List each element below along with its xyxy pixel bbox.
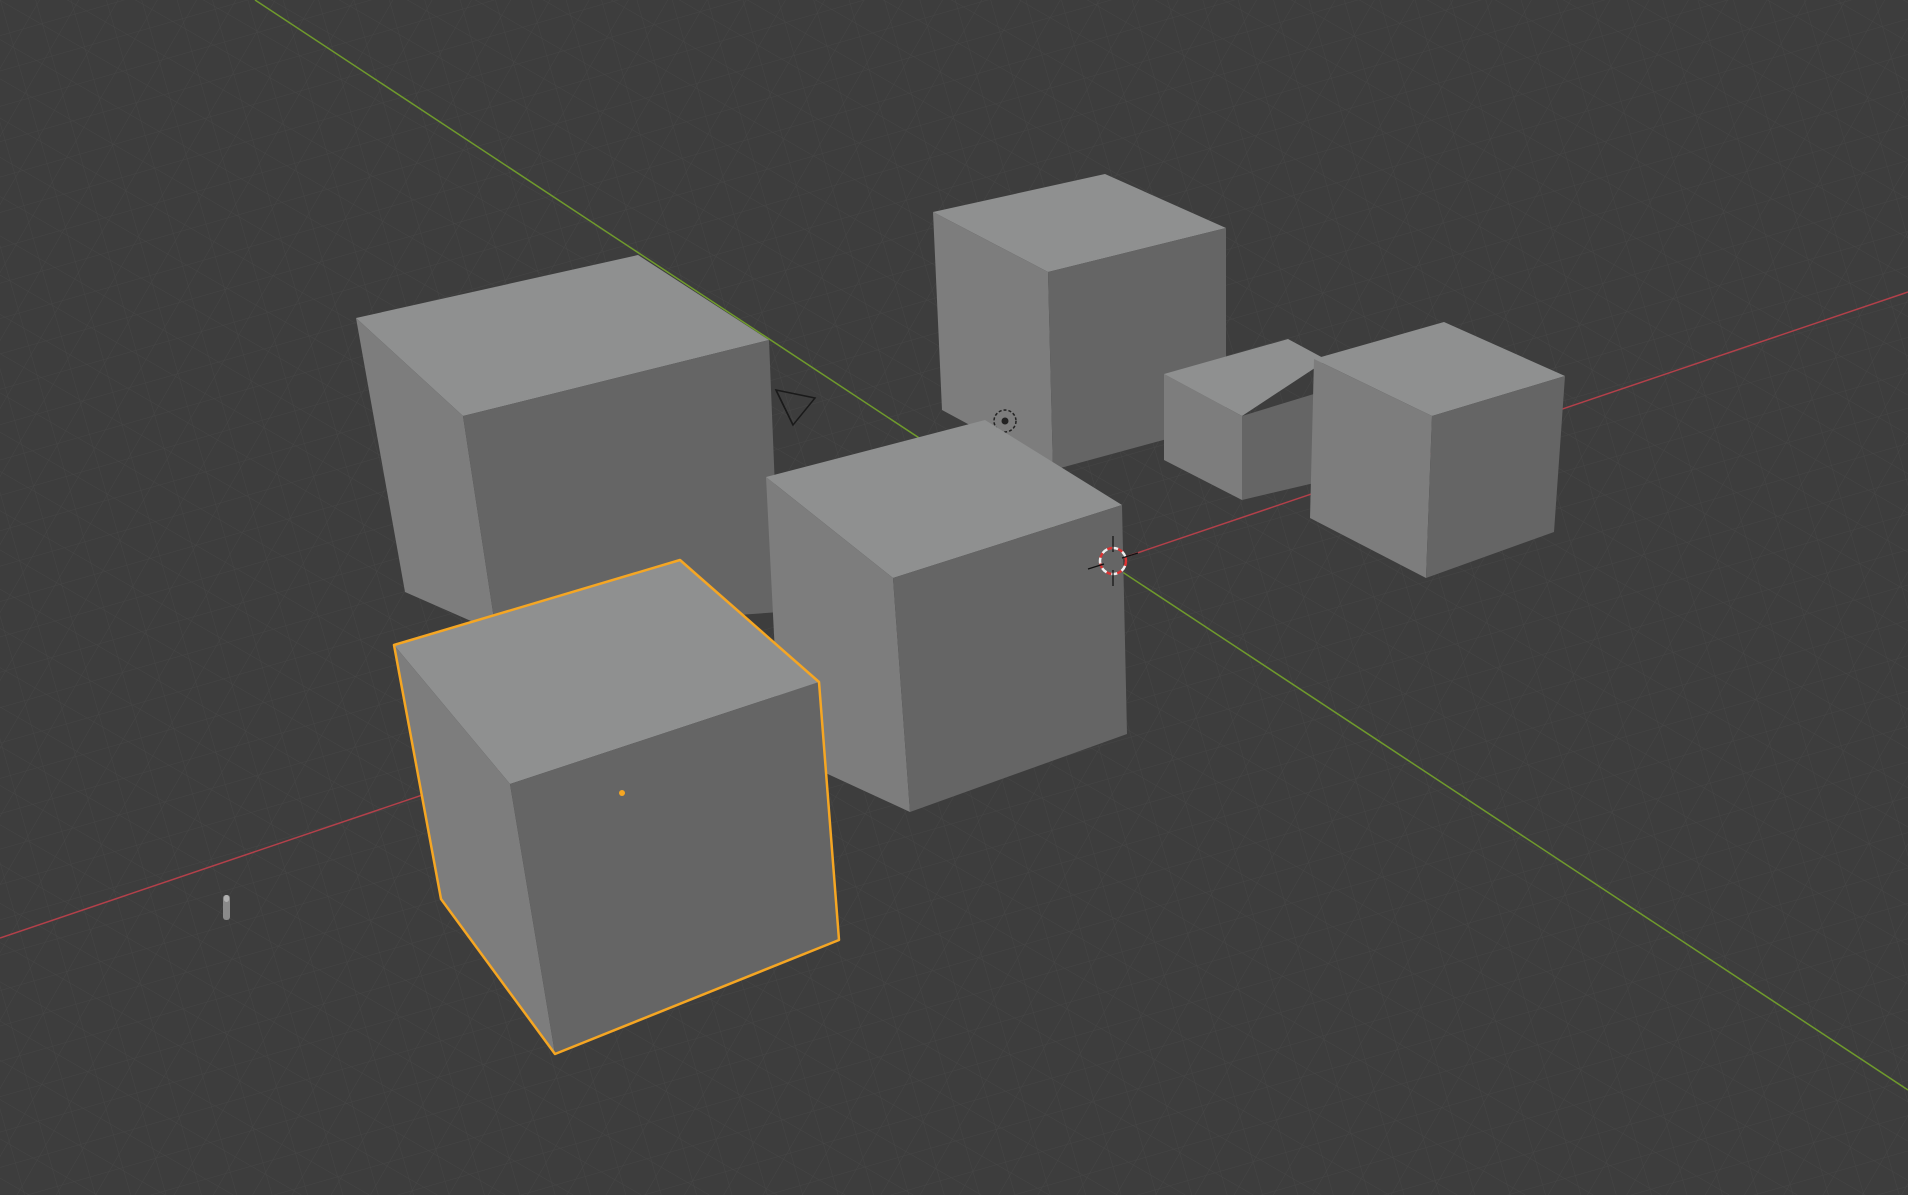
- empty-object-icon[interactable]: [223, 895, 230, 920]
- origin-point: [619, 790, 625, 796]
- viewport-canvas[interactable]: [0, 0, 1908, 1195]
- 3d-viewport[interactable]: [0, 0, 1908, 1195]
- cube-large-back-left[interactable]: [356, 255, 780, 632]
